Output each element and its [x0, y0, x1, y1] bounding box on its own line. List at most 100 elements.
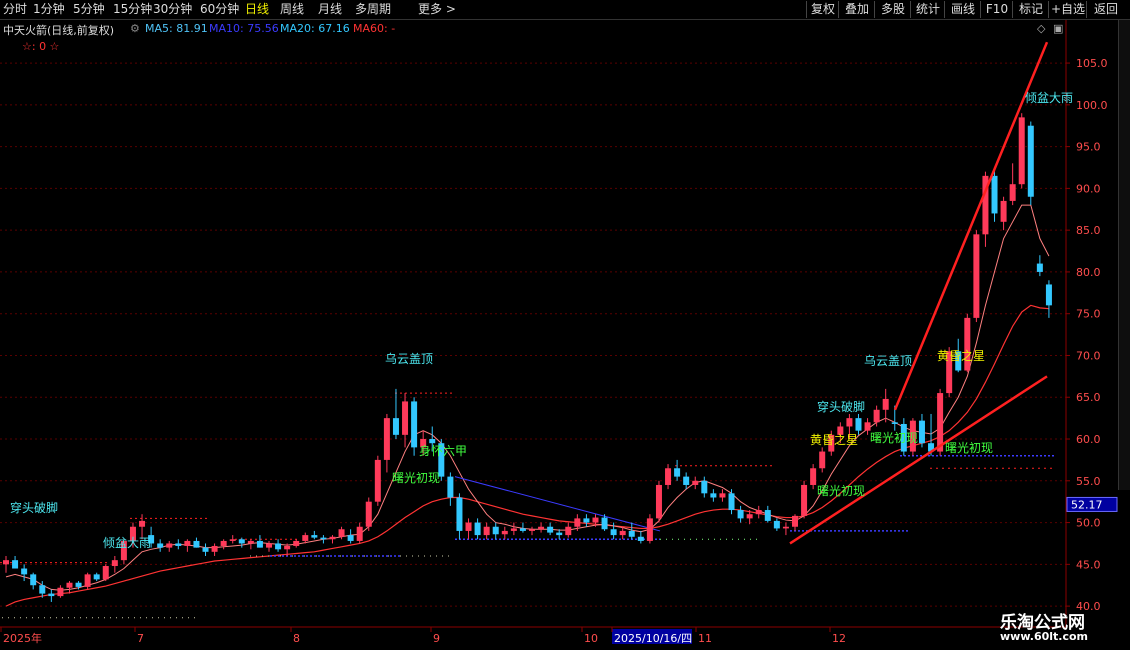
- candle-body: [293, 540, 300, 546]
- date-tick-label: 2025年: [3, 631, 42, 645]
- candle-body: [311, 535, 318, 538]
- date-tick-label: 2025/10/16/四: [614, 632, 692, 645]
- candle-body: [547, 526, 554, 533]
- candle-body: [157, 543, 164, 548]
- pattern-annotation: 穿头破脚: [10, 500, 58, 515]
- candle-body: [356, 526, 363, 541]
- candle-body: [211, 545, 218, 552]
- price-tick-label: 60.0: [1076, 433, 1101, 446]
- candle-body: [320, 537, 327, 540]
- candle-body: [229, 539, 236, 541]
- candle-body: [637, 536, 644, 541]
- candle-body: [21, 568, 28, 575]
- candle-body: [610, 529, 617, 536]
- right-side-panel-strip[interactable]: [1118, 20, 1130, 490]
- pattern-annotation: 曙光初现: [870, 431, 918, 445]
- candle-body: [737, 510, 744, 519]
- candle-body: [710, 493, 717, 498]
- date-tick-label: 9: [433, 632, 440, 645]
- price-tick-label: 45.0: [1076, 558, 1101, 571]
- candle-body: [465, 522, 472, 531]
- price-tick-label: 65.0: [1076, 391, 1101, 404]
- pattern-annotation: 黄昏之星: [937, 349, 985, 363]
- candle-body: [238, 539, 245, 544]
- price-tick-label: 90.0: [1076, 182, 1101, 195]
- candle-body: [583, 518, 590, 523]
- candle-body: [674, 468, 681, 477]
- pattern-annotation: 曙光初现: [392, 471, 440, 485]
- candle-body: [728, 493, 735, 511]
- watermark-url: www.60lt.com: [1000, 630, 1089, 643]
- date-tick-label: 7: [137, 632, 144, 645]
- candle-body: [57, 587, 64, 597]
- candle-body: [402, 401, 409, 435]
- candle-body: [918, 420, 925, 444]
- candle-body: [519, 528, 526, 531]
- candle-body: [782, 526, 789, 529]
- candle-body: [628, 530, 635, 537]
- price-tick-label: 50.0: [1076, 517, 1101, 530]
- candle-body: [247, 540, 254, 544]
- price-tick-label: 75.0: [1076, 308, 1101, 321]
- candle-body: [891, 422, 898, 424]
- candle-body: [474, 522, 481, 536]
- date-tick-label: 8: [293, 632, 300, 645]
- candle-body: [1000, 200, 1007, 222]
- candle-body: [601, 517, 608, 530]
- candlestick-chart: 105.0 100.0 95.0 90.0 85.0 80.0 75.0 70.0 65.0 60…: [0, 20, 1118, 645]
- candle-body: [266, 543, 272, 548]
- candle-body: [755, 510, 762, 515]
- candle-body: [529, 529, 535, 531]
- candle-body: [619, 530, 626, 536]
- candle-body: [538, 526, 545, 530]
- candle-body: [810, 468, 817, 485]
- candle-body: [937, 393, 944, 452]
- candle-body: [1027, 125, 1034, 197]
- candle-body: [683, 476, 690, 485]
- candle-body: [392, 418, 399, 435]
- candle-body: [592, 517, 599, 523]
- candle-body: [30, 574, 37, 586]
- pattern-annotation: 黄昏之星: [810, 433, 858, 447]
- pattern-annotation: 穿头破脚: [817, 399, 865, 414]
- pattern-annotation: 倾盆大雨: [103, 536, 151, 550]
- candle-body: [48, 593, 55, 597]
- candle-body: [256, 540, 263, 548]
- candle-body: [801, 484, 808, 516]
- candle-body: [429, 439, 436, 444]
- candle-body: [855, 418, 862, 431]
- candle-body: [655, 484, 662, 519]
- candle-body: [501, 530, 508, 535]
- date-tick-label: 10: [584, 632, 598, 645]
- candle-body: [39, 585, 46, 594]
- price-tick-label: 70.0: [1076, 349, 1101, 362]
- candle-body: [365, 501, 372, 527]
- candle-body: [973, 234, 980, 318]
- candle-body: [882, 398, 889, 410]
- candle-body: [792, 515, 798, 527]
- candle-body: [184, 540, 191, 546]
- ma-long-line: [5, 304, 1049, 607]
- candle-body: [1018, 117, 1025, 185]
- candle-body: [111, 560, 118, 567]
- candle-body: [302, 535, 309, 541]
- candle-body: [175, 543, 182, 546]
- candle-body: [84, 574, 91, 587]
- candle-body: [1036, 263, 1043, 272]
- candle-body: [447, 476, 454, 498]
- candle-body: [483, 526, 490, 536]
- candle-body: [3, 560, 9, 565]
- candle-body: [93, 574, 100, 580]
- candle-body: [773, 520, 780, 529]
- price-tick-label: 55.0: [1076, 475, 1101, 488]
- candle-body: [556, 532, 563, 536]
- ma-short-line: [5, 204, 1050, 591]
- candle-body: [510, 528, 517, 531]
- price-tick-label: 85.0: [1076, 224, 1101, 237]
- candle-body: [139, 520, 146, 527]
- candle-body: [1009, 184, 1016, 201]
- candle-body: [284, 545, 291, 550]
- candle-body: [411, 401, 418, 448]
- current-price-label: 52.17: [1071, 498, 1103, 511]
- candle-body: [102, 566, 109, 580]
